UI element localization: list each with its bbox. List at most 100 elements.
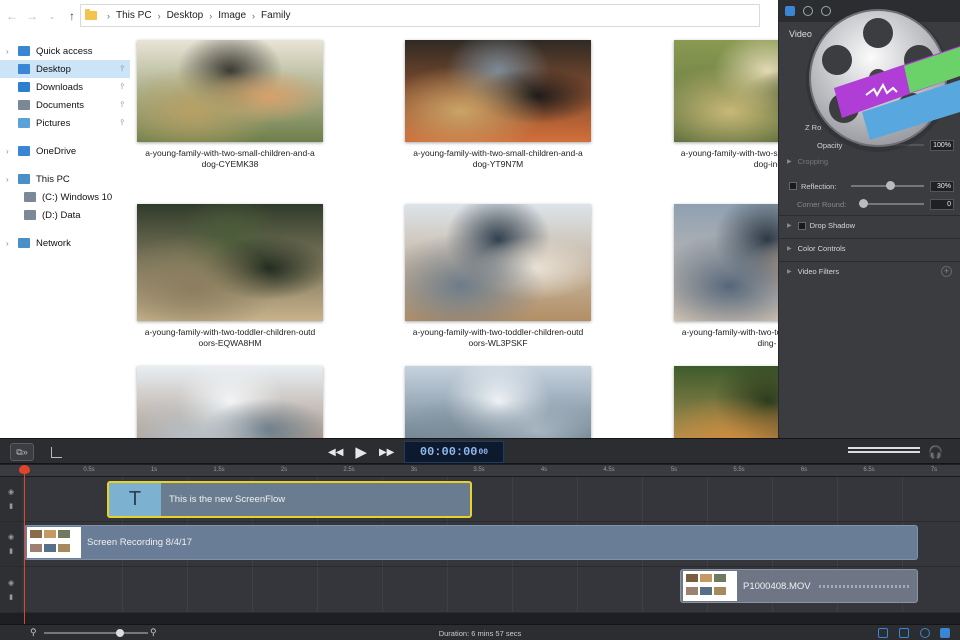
audio-icon[interactable]: ▮ <box>9 502 13 510</box>
video-filters-label: Video Filters <box>797 267 840 276</box>
full-screen-icon[interactable] <box>878 628 888 638</box>
rewind-icon[interactable]: ◀◀ <box>328 447 343 458</box>
forward-arrow-icon[interactable]: → <box>24 9 40 23</box>
ruler-tick-label: 7s <box>930 467 938 473</box>
disclosure-triangle-icon: ▶ <box>787 158 792 165</box>
pictures-icon <box>18 118 30 128</box>
fast-forward-icon[interactable]: ▶▶ <box>379 447 394 458</box>
up-arrow-icon[interactable]: ↑ <box>64 9 80 23</box>
file-tile[interactable] <box>398 366 598 438</box>
disclosure-triangle-icon: ▶ <box>787 223 792 229</box>
pin-icon[interactable]: ⫯ <box>121 82 124 92</box>
back-arrow-icon[interactable]: ← <box>4 9 20 23</box>
video-properties-icon[interactable] <box>785 6 795 16</box>
sidebar-item-this-pc[interactable]: › This PC <box>0 170 130 188</box>
pin-icon[interactable]: ⫯ <box>121 64 124 74</box>
documents-icon <box>18 100 30 110</box>
ruler-tick-label: 4s <box>540 467 548 473</box>
track-header: ◉ ▮ <box>0 522 22 566</box>
corner-round-slider-knob[interactable] <box>859 199 868 208</box>
sidebar-item-label: Documents <box>36 99 85 111</box>
timeline-ruler[interactable]: 0.5s 1s 1.5s 2s 2.5s 3s 3.5s 4s 4.5s 5s 5.5s 6s 6.5s… <box>0 465 960 477</box>
expand-chevron-icon[interactable]: › <box>6 175 18 184</box>
audio-waveform <box>818 584 909 588</box>
sidebar-item-d-data[interactable]: (D:) Data <box>0 206 130 224</box>
text-clip[interactable]: T This is the new ScreenFlow <box>107 481 472 518</box>
sidebar-item-desktop[interactable]: Desktop ⫯ <box>0 60 130 78</box>
breadcrumb-family[interactable]: Family <box>261 10 290 21</box>
sidebar-item-downloads[interactable]: Downloads ⫯ <box>0 78 130 96</box>
video-filters-section[interactable]: ▶ Video Filters + <box>779 261 960 281</box>
sidebar-item-network[interactable]: › Network <box>0 234 130 252</box>
audio-icon[interactable]: ▮ <box>9 547 13 555</box>
breadcrumb-desktop[interactable]: Desktop <box>167 10 204 21</box>
reflection-checkbox[interactable] <box>789 182 797 190</box>
media-clip[interactable]: P1000408.MOV <box>680 569 918 603</box>
file-tile[interactable]: a-young-family-with-two-small-children-a… <box>132 40 330 170</box>
file-tile[interactable]: a-young-family-with-two-toddler-children… <box>398 204 598 349</box>
headphones-icon[interactable]: 🎧 <box>928 445 943 459</box>
sidebar-item-c-windows-10[interactable]: (C:) Windows 10 <box>0 188 130 206</box>
ruler-tick-label: 2.5s <box>343 467 355 473</box>
file-grid: a-young-family-with-two-small-children-a… <box>132 32 778 438</box>
add-filter-icon[interactable]: + <box>941 266 952 277</box>
drop-shadow-checkbox[interactable] <box>797 221 806 230</box>
pin-icon[interactable]: ⫯ <box>121 118 124 128</box>
crop-button[interactable] <box>46 443 66 461</box>
sidebar-item-documents[interactable]: Documents ⫯ <box>0 96 130 114</box>
corner-round-slider[interactable] <box>859 199 924 208</box>
reflection-field[interactable]: 30% <box>930 180 954 192</box>
sidebar-item-onedrive[interactable]: › OneDrive <box>0 142 130 160</box>
sidebar-item-pictures[interactable]: Pictures ⫯ <box>0 114 130 132</box>
eye-icon[interactable]: ◉ <box>8 488 14 496</box>
file-tile[interactable] <box>667 366 778 438</box>
playhead[interactable] <box>24 465 25 630</box>
play-icon[interactable]: ▶ <box>355 443 367 461</box>
computer-icon <box>18 174 30 184</box>
file-name-line1: a-young-family-with-two-small-children-a… <box>413 148 583 158</box>
timecode-value: 00:00:00 <box>419 445 478 459</box>
sidebar-item-quick-access[interactable]: › Quick access <box>0 42 130 60</box>
file-tile[interactable]: a-young-family-with-two-toddler-children… <box>667 204 778 349</box>
file-tile[interactable]: a-young-family-with-two-small-children-a… <box>667 40 778 170</box>
audio-level-meter <box>848 447 920 457</box>
pin-icon[interactable]: ⫯ <box>121 100 124 110</box>
color-controls-section[interactable]: ▶ Color Controls <box>779 238 960 258</box>
eye-icon[interactable]: ◉ <box>8 533 14 541</box>
corner-round-field[interactable]: 0 <box>930 198 954 210</box>
reflection-slider-knob[interactable] <box>886 181 895 190</box>
expand-chevron-icon[interactable]: › <box>6 147 18 156</box>
screen-recording-thumbnail <box>27 527 81 558</box>
audio-levels-icon[interactable] <box>940 628 950 638</box>
audio-icon[interactable]: ▮ <box>9 593 13 601</box>
file-tile[interactable]: a-young-family-with-two-small-children-a… <box>398 40 598 170</box>
file-tile[interactable] <box>132 366 330 438</box>
screen-recording-clip[interactable]: Screen Recording 8/4/17 <box>24 525 918 560</box>
breadcrumb-image[interactable]: Image <box>218 10 246 21</box>
breadcrumb-separator-icon: › <box>157 10 161 21</box>
drop-shadow-section[interactable]: ▶ Drop Shadow <box>779 215 960 235</box>
timecode-display: 00:00:00 00 <box>404 441 504 463</box>
ruler-tick-label: 5.5s <box>733 467 745 473</box>
playhead-handle[interactable] <box>19 465 30 474</box>
duration-label: Duration: 6 mins 57 secs <box>438 629 522 638</box>
drop-shadow-label: Drop Shadow <box>809 221 856 230</box>
media-library-button[interactable]: ⧉» <box>10 443 34 461</box>
eye-icon[interactable]: ◉ <box>8 579 14 587</box>
expand-chevron-icon[interactable]: › <box>6 47 18 56</box>
timeline-tracks: ◉ ▮ ◉ ▮ ◉ ▮ T This is the new ScreenFlow <box>0 477 960 613</box>
ruler-tick-label: 1.5s <box>213 467 225 473</box>
reflection-slider[interactable] <box>851 181 924 190</box>
breadcrumb-this-pc[interactable]: This PC <box>116 10 152 21</box>
file-tile[interactable]: a-young-family-with-two-toddler-children… <box>132 204 330 349</box>
corner-round-label: Corner Round: <box>797 199 847 209</box>
file-name-line1: a-young-family-with-two-toddler-children… <box>681 327 778 337</box>
expand-chevron-icon[interactable]: › <box>6 239 18 248</box>
track-header: ◉ ▮ <box>0 477 22 521</box>
history-chevron-icon[interactable]: ⌄ <box>44 12 60 21</box>
settings-icon[interactable] <box>920 628 930 638</box>
snapshot-icon[interactable] <box>899 628 909 638</box>
ruler-tick-label: 5s <box>670 467 678 473</box>
text-clip-icon: T <box>109 483 161 516</box>
breadcrumb[interactable]: › This PC › Desktop › Image › Family <box>80 4 760 27</box>
